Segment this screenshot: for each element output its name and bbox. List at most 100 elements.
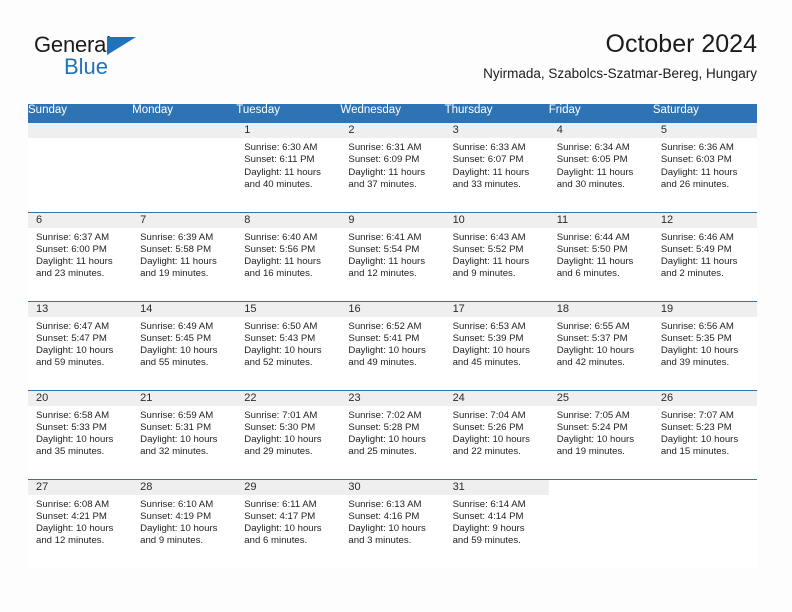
calendar-day-cell[interactable]: 2 Sunrise: 6:31 AM Sunset: 6:09 PM Daylight… — [340, 123, 445, 212]
calendar-day-cell[interactable] — [132, 123, 237, 212]
sunset-text: Sunset: 4:21 PM — [36, 510, 107, 522]
calendar-day-cell[interactable]: 5 Sunrise: 6:36 AM Sunset: 6:03 PM Daylight… — [652, 123, 757, 212]
daylight-text-line2: and 6 minutes. — [556, 268, 620, 280]
calendar-day-cell[interactable]: 25 Sunrise: 7:05 AM Sunset: 5:24 PM Dayligh… — [548, 389, 653, 479]
calendar-day-cell[interactable]: 16 Sunrise: 6:52 AM Sunset: 5:41 PM Dayligh… — [340, 300, 445, 390]
sunset-text: Sunset: 5:41 PM — [348, 332, 420, 344]
day-number: 17 — [444, 301, 549, 317]
sunrise-text: Sunrise: 6:59 AM — [140, 409, 214, 421]
daylight-text-line1: Daylight: 11 hours — [140, 256, 217, 268]
day-number: 6 — [28, 212, 133, 228]
sunset-text: Sunset: 6:03 PM — [660, 154, 732, 166]
day-sun-info: Sunrise: 6:37 AM Sunset: 6:00 PM Daylight:… — [28, 228, 132, 281]
sunrise-text: Sunrise: 6:47 AM — [36, 320, 110, 332]
day-sun-info: Sunrise: 6:14 AM Sunset: 4:14 PM Daylight:… — [445, 495, 549, 548]
calendar-day-cell[interactable]: 18 Sunrise: 6:55 AM Sunset: 5:37 PM Dayligh… — [548, 300, 653, 390]
sunset-text: Sunset: 5:30 PM — [244, 421, 316, 433]
day-number: 21 — [132, 390, 237, 406]
calendar-day-cell[interactable]: 24 Sunrise: 7:04 AM Sunset: 5:26 PM Dayligh… — [444, 389, 549, 479]
calendar-day-cell[interactable]: 21 Sunrise: 6:59 AM Sunset: 5:31 PM Dayligh… — [132, 389, 237, 479]
calendar-day-cell[interactable]: 10 Sunrise: 6:43 AM Sunset: 5:52 PM Dayligh… — [444, 211, 549, 301]
daylight-text-line1: Daylight: 10 hours — [556, 434, 635, 446]
calendar-day-cell[interactable]: 30 Sunrise: 6:13 AM Sunset: 4:16 PM Dayligh… — [340, 478, 445, 568]
calendar-day-cell[interactable]: 31 Sunrise: 6:14 AM Sunset: 4:14 PM Dayligh… — [444, 478, 549, 568]
sunrise-text: Sunrise: 6:52 AM — [348, 320, 422, 332]
sunrise-text: Sunrise: 6:55 AM — [556, 320, 630, 332]
daylight-text-line1: Daylight: 10 hours — [36, 434, 114, 446]
calendar-day-cell[interactable]: 12 Sunrise: 6:46 AM Sunset: 5:49 PM Dayligh… — [652, 211, 757, 301]
calendar-day-cell[interactable]: 20 Sunrise: 6:58 AM Sunset: 5:33 PM Dayligh… — [28, 389, 133, 479]
calendar-body: 1 Sunrise: 6:30 AM Sunset: 6:11 PM Daylight… — [28, 123, 757, 568]
day-sun-info: Sunrise: 6:59 AM Sunset: 5:31 PM Daylight:… — [132, 406, 236, 459]
sunrise-text: Sunrise: 7:07 AM — [660, 409, 734, 421]
sunset-text: Sunset: 4:16 PM — [348, 510, 420, 522]
sunrise-text: Sunrise: 7:04 AM — [452, 409, 526, 421]
day-number: 12 — [652, 212, 757, 228]
sunrise-text: Sunrise: 6:39 AM — [140, 231, 214, 243]
day-sun-info: Sunrise: 7:01 AM Sunset: 5:30 PM Daylight:… — [236, 406, 340, 459]
day-sun-info: Sunrise: 6:11 AM Sunset: 4:17 PM Daylight:… — [236, 495, 340, 548]
sunrise-text: Sunrise: 6:31 AM — [348, 142, 422, 153]
sunrise-text: Sunrise: 6:53 AM — [452, 320, 526, 332]
day-number: 11 — [548, 212, 653, 228]
daylight-text-line1: Daylight: 10 hours — [140, 523, 218, 535]
calendar-day-cell[interactable]: 6 Sunrise: 6:37 AM Sunset: 6:00 PM Daylight… — [28, 211, 133, 301]
calendar-day-cell[interactable]: 15 Sunrise: 6:50 AM Sunset: 5:43 PM Dayligh… — [236, 300, 341, 390]
daylight-text-line2: and 22 minutes. — [452, 446, 521, 458]
sunrise-text: Sunrise: 6:56 AM — [660, 320, 734, 332]
daylight-text-line2: and 25 minutes. — [348, 446, 417, 458]
sunset-text: Sunset: 5:43 PM — [244, 332, 316, 344]
general-blue-logo[interactable]: General Blue — [34, 32, 184, 88]
calendar-day-cell[interactable]: 26 Sunrise: 7:07 AM Sunset: 5:23 PM Dayligh… — [652, 389, 757, 479]
calendar-day-cell[interactable]: 17 Sunrise: 6:53 AM Sunset: 5:39 PM Dayligh… — [444, 300, 549, 390]
day-number: 20 — [28, 390, 133, 406]
day-number: 16 — [340, 301, 445, 317]
day-number — [132, 123, 237, 138]
sunset-text: Sunset: 5:52 PM — [452, 243, 524, 255]
calendar-day-cell[interactable] — [28, 123, 133, 212]
weekday-header-friday: Friday — [548, 104, 653, 123]
sunrise-text: Sunrise: 6:13 AM — [348, 498, 422, 510]
daylight-text-line1: Daylight: 11 hours — [452, 256, 530, 268]
daylight-text-line2: and 3 minutes. — [348, 535, 412, 547]
sunset-text: Sunset: 4:17 PM — [244, 510, 316, 522]
logo-text-blue: Blue — [64, 54, 109, 79]
sunrise-text: Sunrise: 6:11 AM — [244, 498, 317, 510]
calendar-day-cell[interactable]: 13 Sunrise: 6:47 AM Sunset: 5:47 PM Dayligh… — [28, 300, 133, 390]
calendar-day-cell[interactable]: 23 Sunrise: 7:02 AM Sunset: 5:28 PM Dayligh… — [340, 389, 445, 479]
calendar-day-cell[interactable]: 8 Sunrise: 6:40 AM Sunset: 5:56 PM Daylight… — [236, 211, 341, 301]
daylight-text-line1: Daylight: 11 hours — [660, 166, 738, 178]
daylight-text-line1: Daylight: 10 hours — [348, 523, 426, 535]
calendar-day-cell[interactable]: 11 Sunrise: 6:44 AM Sunset: 5:50 PM Dayligh… — [548, 211, 653, 301]
calendar-day-cell[interactable]: 28 Sunrise: 6:10 AM Sunset: 4:19 PM Dayligh… — [132, 478, 237, 568]
calendar-day-cell[interactable]: 22 Sunrise: 7:01 AM Sunset: 5:30 PM Dayligh… — [236, 389, 341, 479]
calendar-day-cell[interactable]: 7 Sunrise: 6:39 AM Sunset: 5:58 PM Daylight… — [132, 211, 237, 301]
calendar-day-cell[interactable]: 4 Sunrise: 6:34 AM Sunset: 6:05 PM Daylight… — [548, 123, 653, 212]
calendar-day-cell[interactable]: 3 Sunrise: 6:33 AM Sunset: 6:07 PM Daylight… — [444, 123, 549, 212]
daylight-text-line1: Daylight: 11 hours — [348, 166, 426, 178]
daylight-text-line1: Daylight: 10 hours — [36, 523, 114, 535]
day-number: 18 — [548, 301, 653, 317]
day-number: 19 — [652, 301, 757, 317]
calendar-day-cell[interactable]: 1 Sunrise: 6:30 AM Sunset: 6:11 PM Daylight… — [236, 123, 341, 212]
calendar-day-cell[interactable]: 9 Sunrise: 6:41 AM Sunset: 5:54 PM Daylight… — [340, 211, 445, 301]
daylight-text-line2: and 40 minutes. — [244, 178, 313, 190]
day-sun-info: Sunrise: 6:56 AM Sunset: 5:35 PM Daylight:… — [653, 317, 757, 370]
sunrise-text: Sunrise: 6:36 AM — [660, 142, 734, 153]
daylight-text-line1: Daylight: 11 hours — [348, 256, 426, 268]
daylight-text-line2: and 52 minutes. — [244, 357, 313, 369]
daylight-text-line1: Daylight: 10 hours — [244, 434, 322, 446]
daylight-text-line2: and 39 minutes. — [660, 357, 730, 369]
calendar-day-cell[interactable]: 19 Sunrise: 6:56 AM Sunset: 5:35 PM Dayligh… — [652, 300, 757, 390]
calendar-day-cell[interactable]: 29 Sunrise: 6:11 AM Sunset: 4:17 PM Dayligh… — [236, 478, 341, 568]
calendar-day-cell[interactable]: 27 Sunrise: 6:08 AM Sunset: 4:21 PM Dayligh… — [28, 478, 133, 568]
sunrise-text: Sunrise: 7:01 AM — [244, 409, 318, 421]
day-sun-info: Sunrise: 6:36 AM Sunset: 6:03 PM Daylight:… — [653, 138, 757, 191]
sunrise-text: Sunrise: 6:10 AM — [140, 498, 214, 510]
day-sun-info: Sunrise: 6:31 AM Sunset: 6:09 PM Daylight:… — [340, 138, 444, 191]
daylight-text-line1: Daylight: 10 hours — [244, 345, 322, 357]
calendar-day-cell[interactable] — [548, 478, 653, 568]
calendar-day-cell[interactable] — [652, 478, 757, 568]
daylight-text-line2: and 26 minutes. — [660, 178, 730, 190]
calendar-day-cell[interactable]: 14 Sunrise: 6:49 AM Sunset: 5:45 PM Dayligh… — [132, 300, 237, 390]
